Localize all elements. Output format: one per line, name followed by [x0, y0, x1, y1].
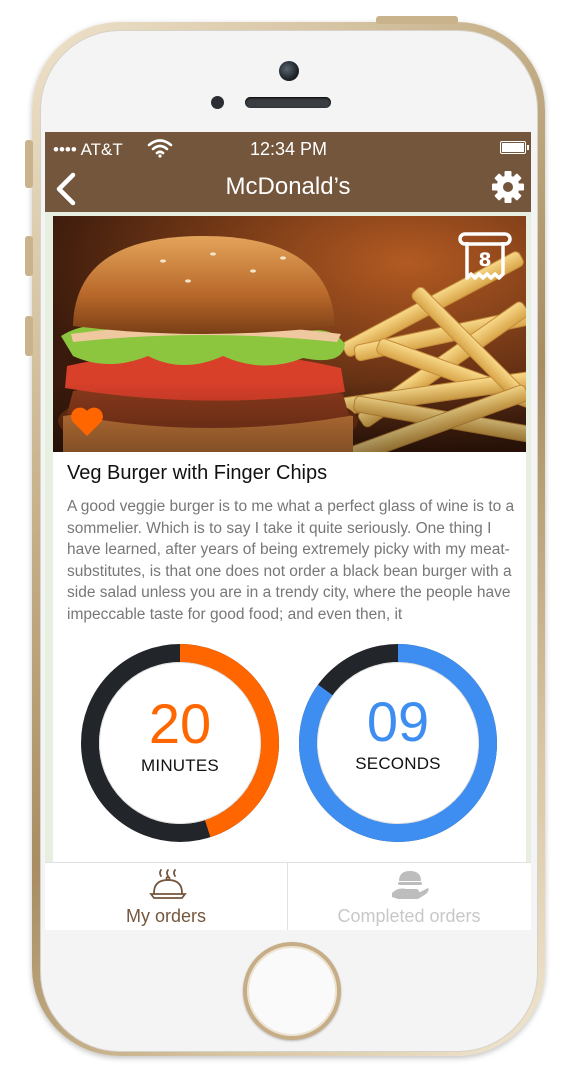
front-camera: [279, 61, 299, 81]
dish-description: A good veggie burger is to me what a per…: [67, 498, 515, 623]
seconds-value: 09: [366, 690, 430, 753]
carrier-label: •••• AT&T: [53, 140, 123, 159]
power-button: [376, 16, 458, 24]
minutes-label: MINUTES: [141, 756, 219, 775]
gear-icon: [492, 171, 524, 203]
favorite-heart-icon[interactable]: [69, 406, 105, 443]
status-time: 12:34 PM: [250, 139, 328, 159]
seconds-readout: 09 SECONDS: [298, 694, 498, 774]
tab-my-orders[interactable]: My orders: [45, 863, 287, 930]
page-title: McDonald’s: [225, 173, 351, 200]
volume-down-button: [25, 316, 33, 356]
minutes-readout: 20 MINUTES: [80, 696, 280, 776]
app-header: •••• AT&T 12:34 PM McDonald’s: [45, 132, 531, 212]
minutes-value: 20: [148, 692, 212, 755]
cloche-icon: [149, 869, 187, 899]
order-card: 8 Veg Burger with Finger Chips A good ve…: [53, 216, 526, 930]
wifi-icon: [147, 138, 173, 163]
dish-title: Veg Burger with Finger Chips: [67, 462, 328, 484]
burger-and-fries-illustration: [53, 216, 526, 452]
served-hand-icon: [392, 871, 429, 899]
tab-completed-orders[interactable]: Completed orders: [288, 863, 530, 930]
ticket-number-badge: 8: [458, 232, 512, 289]
home-button[interactable]: [243, 942, 341, 1040]
settings-button[interactable]: [491, 170, 525, 204]
seconds-label: SECONDS: [355, 754, 441, 773]
silent-switch: [25, 140, 33, 188]
ticket-number: 8: [478, 249, 491, 271]
food-image: 8: [53, 216, 526, 452]
proximity-sensor: [211, 96, 224, 109]
bottom-tab-bar: My orders Completed orders: [45, 862, 531, 930]
volume-up-button: [25, 236, 33, 276]
battery-icon: [500, 141, 529, 154]
earpiece-speaker: [245, 97, 331, 108]
tab-label-my-orders: My orders: [125, 906, 206, 926]
tab-label-completed-orders: Completed orders: [337, 906, 481, 926]
app-screen: •••• AT&T 12:34 PM McDonald’s 8 Veg Burg…: [45, 132, 531, 930]
